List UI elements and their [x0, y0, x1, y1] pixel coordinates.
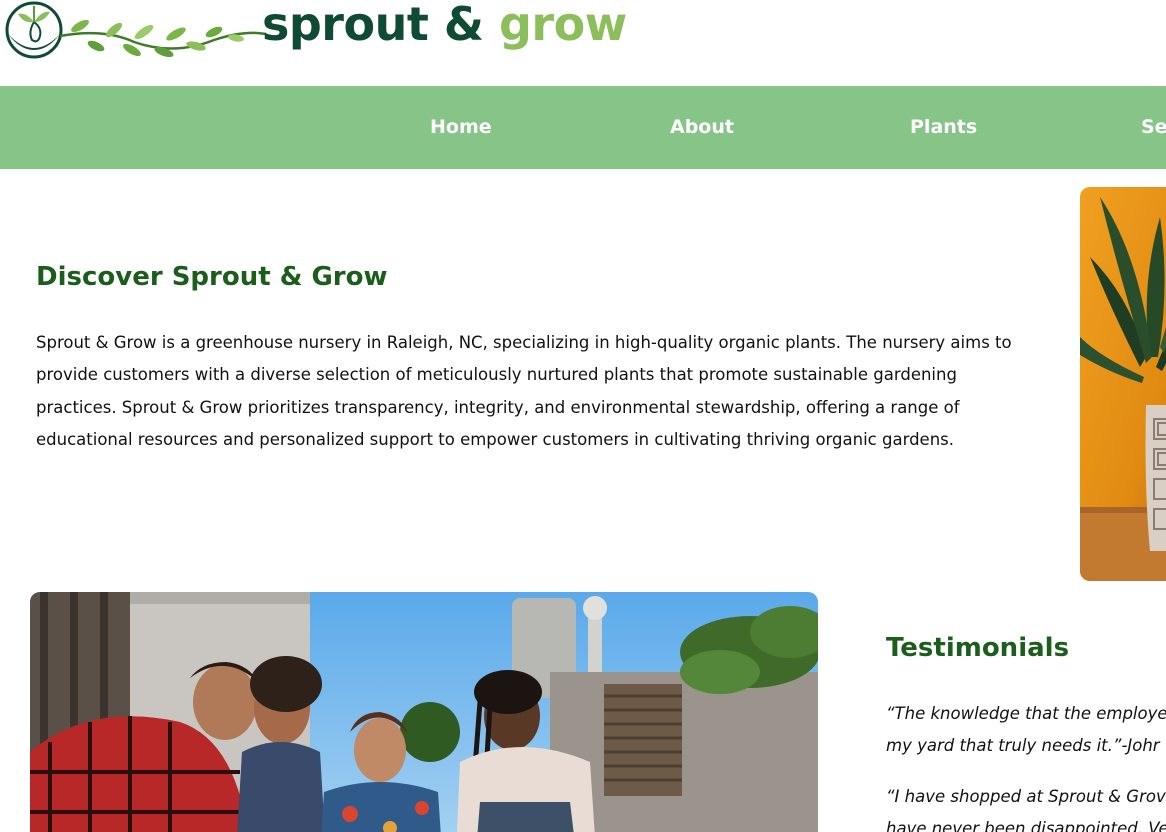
testimonial-quote: “I have shopped at Sprout & Grov have ne…: [886, 781, 1166, 832]
discover-paragraph: Sprout & Grow is a greenhouse nursery in…: [36, 333, 1012, 450]
nav-about[interactable]: About: [670, 116, 734, 138]
testimonial-line: “I have shopped at Sprout & Grov: [886, 787, 1166, 806]
testimonial-line: “The knowledge that the employe: [886, 704, 1166, 723]
testimonial-line: have never been disappointed. Ve: [886, 819, 1166, 832]
gardeners-photo: [30, 592, 818, 832]
nav-home[interactable]: Home: [430, 116, 492, 138]
testimonial-quote: “The knowledge that the employe my yard …: [886, 698, 1166, 762]
testimonial-line: my yard that truly needs it.”-Johr: [886, 736, 1160, 755]
nav-plants[interactable]: Plants: [910, 116, 977, 138]
testimonials-heading: Testimonials: [886, 633, 1070, 663]
brand-wordmark: sprout & grow: [262, 0, 627, 54]
brand-word-grow: grow: [499, 0, 627, 51]
brand-word-sprout: sprout: [262, 0, 429, 51]
brand-ampersand: &: [443, 0, 484, 51]
logo[interactable]: sprout & grow: [4, 0, 627, 68]
plant-photo: [1080, 187, 1166, 581]
discover-heading: Discover Sprout & Grow: [36, 262, 388, 292]
site-header: sprout & grow: [0, 0, 1166, 86]
nav-services[interactable]: Se: [1141, 116, 1166, 138]
main-nav: Home About Plants Se: [0, 86, 1166, 169]
